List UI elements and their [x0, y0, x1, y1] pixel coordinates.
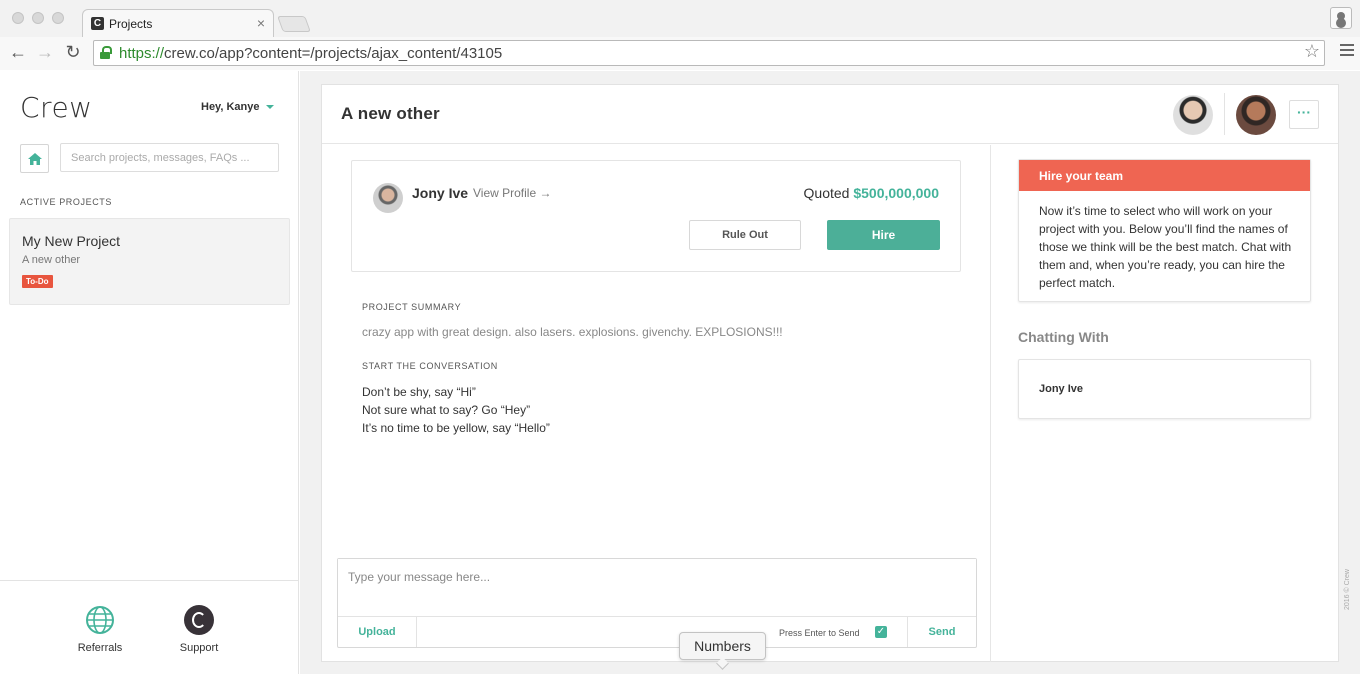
message-input[interactable]	[338, 559, 976, 617]
freelancer-avatar[interactable]	[373, 183, 403, 213]
browser-chrome: C Projects × ← → ↻ https://crew.co/app?c…	[0, 0, 1360, 70]
reload-icon[interactable]: ↻	[63, 42, 83, 63]
panel-header: A new other ···	[322, 85, 1338, 144]
view-profile-link[interactable]: View Profile →	[473, 186, 551, 200]
quote-amount: Quoted $500,000,000	[803, 185, 939, 201]
user-menu[interactable]: Hey, Kanye	[201, 101, 274, 113]
url-text: https://crew.co/app?content=/projects/aj…	[119, 45, 503, 62]
support-link[interactable]: Support	[159, 605, 239, 654]
project-summary: crazy app with great design. also lasers…	[362, 325, 783, 339]
more-options-button[interactable]: ···	[1289, 100, 1319, 129]
status-badge: To-Do	[22, 275, 53, 288]
summary-label: PROJECT SUMMARY	[362, 302, 462, 312]
back-arrow-icon[interactable]: ←	[8, 42, 28, 63]
conversation-prompts: Don’t be shy, say “Hi” Not sure what to …	[362, 383, 550, 437]
hire-team-text: Now it’s time to select who will work on…	[1039, 204, 1292, 290]
tooltip: Numbers	[679, 632, 766, 660]
favicon-icon: C	[91, 17, 104, 30]
project-title: My New Project	[22, 233, 121, 249]
upload-button[interactable]: Upload	[338, 617, 417, 647]
enter-to-send-checkbox[interactable]: ✓	[875, 626, 887, 638]
support-icon	[184, 605, 214, 635]
chatting-with-title: Chatting With	[1018, 329, 1109, 345]
prompt-line: Not sure what to say? Go “Hey”	[362, 403, 531, 417]
new-tab-button[interactable]	[277, 16, 311, 32]
avatar[interactable]	[1236, 95, 1276, 135]
hamburger-menu-icon[interactable]	[1340, 44, 1354, 56]
browser-tab[interactable]: C Projects ×	[82, 9, 274, 37]
copyright-text: 2016 © Crew	[1344, 569, 1351, 610]
profile-icon[interactable]	[1330, 7, 1352, 29]
project-panel: A new other ··· Jony Ive View Profile → …	[321, 84, 1339, 662]
enter-to-send-label: Press Enter to Send	[779, 628, 860, 638]
project-card[interactable]: My New Project A new other To-Do	[9, 218, 290, 305]
forward-arrow-icon[interactable]: →	[35, 42, 55, 63]
conversation-label: START THE CONVERSATION	[362, 361, 498, 371]
hire-button[interactable]: Hire	[827, 220, 940, 250]
globe-icon	[86, 606, 114, 634]
hire-team-title: Hire your team	[1019, 160, 1310, 191]
home-icon	[28, 153, 42, 165]
message-composer: Upload Press Enter to Send ✓ Send	[337, 558, 977, 648]
page-title: A new other	[341, 104, 440, 123]
chat-contact-card[interactable]: Jony Ive	[1018, 359, 1311, 419]
quote-card: Jony Ive View Profile → Quoted $500,000,…	[351, 160, 961, 272]
avatar[interactable]	[1173, 95, 1213, 135]
zoom-window-button[interactable]	[52, 12, 64, 24]
freelancer-name[interactable]: Jony Ive	[412, 185, 468, 201]
close-window-button[interactable]	[12, 12, 24, 24]
project-subtitle: A new other	[22, 254, 81, 266]
section-label: ACTIVE PROJECTS	[20, 197, 113, 207]
address-bar[interactable]: https://crew.co/app?content=/projects/aj…	[93, 40, 1325, 66]
close-tab-icon[interactable]: ×	[257, 15, 265, 31]
prompt-line: It’s no time to be yellow, say “Hello”	[362, 421, 550, 435]
browser-toolbar: ← → ↻ https://crew.co/app?content=/proje…	[0, 37, 1360, 70]
tab-title: Projects	[109, 17, 153, 31]
chat-contact-name: Jony Ive	[1039, 383, 1084, 395]
greeting-text: Hey, Kanye	[201, 101, 260, 113]
hire-team-card: Hire your team Now it’s time to select w…	[1018, 159, 1311, 302]
prompt-line: Don’t be shy, say “Hi”	[362, 385, 476, 399]
send-button[interactable]: Send	[907, 617, 976, 647]
caret-down-icon	[265, 105, 274, 110]
column-divider	[990, 145, 991, 662]
brand-logo[interactable]: Crew	[20, 91, 93, 124]
search-input[interactable]	[60, 143, 279, 172]
rule-out-button[interactable]: Rule Out	[689, 220, 801, 250]
lock-icon	[100, 46, 112, 60]
sidebar-footer: Referrals Support	[0, 580, 299, 674]
bookmark-star-icon[interactable]: ☆	[1304, 41, 1320, 62]
referrals-label: Referrals	[77, 642, 123, 654]
minimize-window-button[interactable]	[32, 12, 44, 24]
sidebar: Crew Hey, Kanye ACTIVE PROJECTS My New P…	[0, 71, 299, 674]
home-button[interactable]	[20, 144, 49, 173]
referrals-link[interactable]: Referrals	[60, 605, 140, 654]
support-label: Support	[179, 642, 219, 654]
divider	[1224, 93, 1225, 135]
